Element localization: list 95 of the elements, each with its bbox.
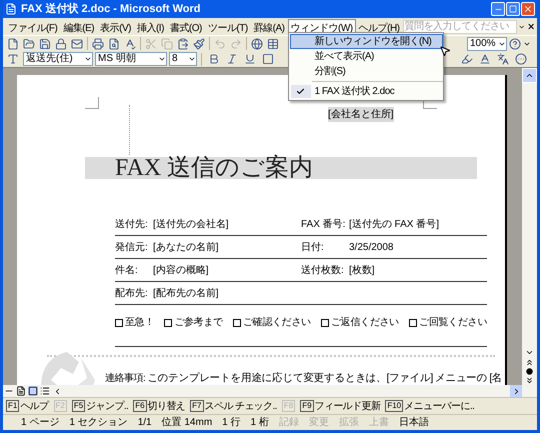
status-item: 拡張 [338, 416, 359, 430]
field-value[interactable]: [あなたの名前] [153, 240, 219, 255]
option-checkbox[interactable] [232, 318, 241, 326]
style-dropdown[interactable]: 返送先(住) [23, 52, 93, 66]
field-value[interactable]: [配布先の名前] [153, 286, 219, 301]
help-search-field[interactable]: 質問を入力してください [402, 20, 518, 34]
maximize-button[interactable] [506, 2, 520, 16]
field-label: 送付枚数: [301, 264, 345, 278]
web-layout-icon[interactable] [16, 386, 26, 396]
status-item: 日本語 [398, 416, 429, 430]
field-label: 送付先: [115, 218, 149, 232]
field-value[interactable]: [内容の概略] [153, 263, 209, 278]
function-key[interactable]: F7 スペル チェック.. [190, 399, 277, 413]
close-icon [523, 4, 533, 14]
function-key[interactable]: F10 メニューバーに.. [385, 399, 474, 413]
status-item: 上書 [368, 416, 389, 430]
function-key[interactable]: F6 切り替え [133, 399, 186, 413]
menu-item[interactable]: 表示(V) [97, 20, 134, 36]
option-checkbox[interactable] [321, 318, 329, 326]
caret-icon [84, 55, 92, 63]
dropdown-icon[interactable] [518, 22, 526, 30]
print-icon[interactable] [90, 36, 106, 51]
field-value[interactable]: [送付先の FAX 番号] [349, 217, 440, 232]
field-label: 日付: [301, 241, 325, 255]
field-label: FAX 番号: [301, 218, 345, 232]
status-item: 1 行 [222, 416, 240, 430]
window-title: FAX 送付状 2.doc - Microsoft Word [21, 2, 200, 17]
field-value[interactable]: 3/25/2008 [349, 240, 394, 255]
status-item: 1/1 [138, 416, 152, 430]
globe-icon[interactable] [249, 36, 265, 51]
option-label: ご確認ください [242, 316, 311, 330]
menu-item[interactable]: ツール(T) [204, 20, 251, 36]
margin-mark [85, 97, 99, 109]
status-item: 変更 [308, 416, 329, 430]
note-label: 連絡事項: [105, 372, 146, 385]
field-label: 発信元: [115, 241, 149, 255]
status-item: 位置 14mm [162, 416, 212, 430]
menu-item[interactable]: ファイル(F) [5, 20, 60, 36]
status-item: 1 ページ [21, 416, 60, 430]
menu-item[interactable]: ヘルプ(H) [356, 20, 402, 36]
menu-option[interactable]: 分割(S) [290, 64, 442, 78]
caret-icon [158, 55, 166, 63]
scroll-right-button[interactable] [510, 385, 522, 397]
note-text: このテンプレートを用途に応じて変更するときは、[ファイル] メニューの [名 [147, 371, 502, 385]
close-button[interactable] [521, 2, 535, 16]
close-icon[interactable] [526, 22, 535, 31]
field-label: 配布先: [115, 286, 149, 301]
previous-page-icon[interactable] [525, 358, 534, 367]
table-icon[interactable] [265, 36, 281, 51]
maximize-icon [509, 5, 517, 13]
highlighter-icon[interactable] [459, 52, 475, 66]
brush-icon[interactable] [191, 36, 207, 51]
option-checkbox[interactable] [115, 318, 123, 326]
minimize-button[interactable] [491, 2, 505, 16]
option-label: ご返信ください [331, 316, 399, 330]
help-icon[interactable] [507, 36, 523, 51]
folder-icon[interactable] [21, 36, 37, 51]
scroll-up-button[interactable] [522, 68, 537, 83]
field-label: 件名: [115, 264, 139, 278]
font-dropdown[interactable]: MS 明朝 [95, 52, 167, 66]
option-checkbox[interactable] [409, 318, 418, 326]
option-label: 至急！ [125, 316, 154, 330]
option-label: ご回覧ください [419, 316, 487, 330]
save-icon[interactable] [37, 36, 53, 51]
fax-title: FAX 送信のご案内 [115, 154, 314, 183]
field-value[interactable]: [送付先の会社名] [153, 217, 229, 232]
vertical-scrollbar[interactable] [522, 68, 537, 385]
status-item: 1 セクション [69, 416, 128, 430]
status-item: 記録 [278, 416, 299, 430]
option-label: ご参考まで [174, 316, 223, 330]
function-key[interactable]: F1 ヘルプ [6, 399, 49, 413]
border-icon[interactable] [260, 52, 276, 66]
function-key[interactable]: F5 ジャンプ.. [72, 399, 128, 413]
outline-view-icon[interactable] [40, 386, 50, 396]
word-icon [5, 3, 17, 15]
status-item: 1 桁 [250, 416, 269, 430]
print-layout-icon[interactable] [28, 386, 38, 396]
menu-option[interactable]: 1 FAX 送付状 2.doc [290, 84, 442, 98]
caret-icon [188, 55, 196, 63]
menu-item[interactable]: 編集(E) [60, 20, 98, 36]
menu-option[interactable]: 並べて表示(A) [290, 48, 442, 64]
menu-item[interactable]: 挿入(I) [134, 20, 167, 36]
menu-item[interactable]: 書式(O) [166, 20, 205, 36]
menu-item[interactable]: 罫線(A) [250, 20, 288, 36]
menu-option[interactable]: 新しいウィンドウを開く(N) [290, 34, 442, 48]
lock-icon[interactable] [53, 36, 69, 51]
zoom-dropdown[interactable]: 100% [467, 36, 507, 50]
size-dropdown[interactable]: 8 [169, 52, 197, 66]
field-value[interactable]: [枚数] [349, 263, 375, 278]
function-key[interactable]: F9 フィールド更新 [300, 399, 380, 413]
company-address-field[interactable]: [会社名と住所] [328, 107, 394, 122]
browse-object-icon[interactable] [526, 368, 533, 375]
option-checkbox[interactable] [164, 318, 172, 326]
check-icon [296, 86, 305, 96]
next-page-icon[interactable] [525, 376, 534, 385]
